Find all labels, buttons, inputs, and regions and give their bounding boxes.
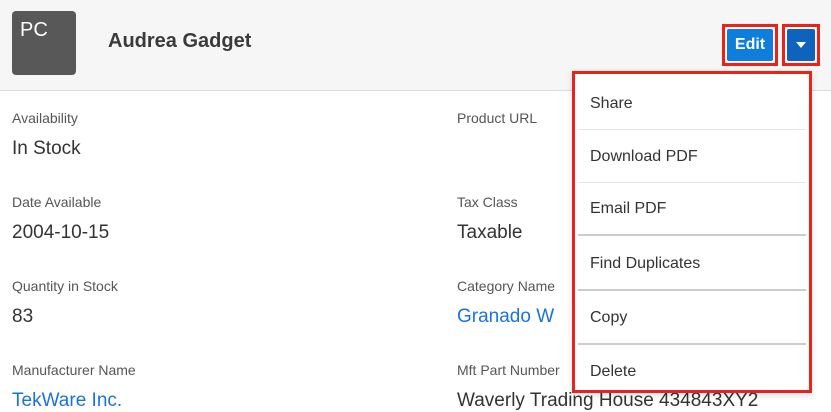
menu-item-share[interactable]: Share	[578, 78, 806, 130]
field-value-quantity-in-stock: 83	[12, 306, 34, 327]
caret-down-icon	[796, 42, 806, 48]
menu-item-delete[interactable]: Delete	[578, 346, 806, 398]
field-value-date-available: 2004-10-15	[12, 222, 110, 243]
field-label-quantity-in-stock: Quantity in Stock	[12, 278, 118, 294]
actions-dropdown-menu: Share Download PDF Email PDF Find Duplic…	[572, 71, 812, 393]
field-value-tax-class: Taxable	[457, 222, 523, 243]
field-label-availability: Availability	[12, 110, 78, 126]
field-label-manufacturer-name: Manufacturer Name	[12, 362, 136, 378]
field-label-product-url: Product URL	[457, 110, 538, 126]
field-label-tax-class: Tax Class	[457, 194, 518, 210]
field-label-mft-part-number: Mft Part Number	[457, 362, 560, 378]
actions-dropdown-toggle[interactable]	[787, 29, 815, 61]
record-title: Audrea Gadget	[108, 30, 252, 52]
edit-button-highlight: Edit	[722, 24, 778, 66]
field-value-category-name[interactable]: Granado W	[457, 306, 554, 328]
menu-item-copy[interactable]: Copy	[578, 293, 806, 345]
field-label-date-available: Date Available	[12, 194, 102, 210]
actions-toggle-highlight	[782, 24, 820, 66]
field-value-availability: In Stock	[12, 138, 81, 159]
edit-button[interactable]: Edit	[727, 29, 773, 61]
avatar-text: PC	[20, 19, 48, 41]
menu-item-find-duplicates[interactable]: Find Duplicates	[578, 239, 806, 291]
field-value-manufacturer-name[interactable]: TekWare Inc.	[12, 390, 122, 412]
menu-item-download-pdf[interactable]: Download PDF	[578, 131, 806, 183]
field-label-category-name: Category Name	[457, 278, 556, 294]
avatar: PC	[12, 11, 76, 75]
menu-item-email-pdf[interactable]: Email PDF	[578, 184, 806, 236]
